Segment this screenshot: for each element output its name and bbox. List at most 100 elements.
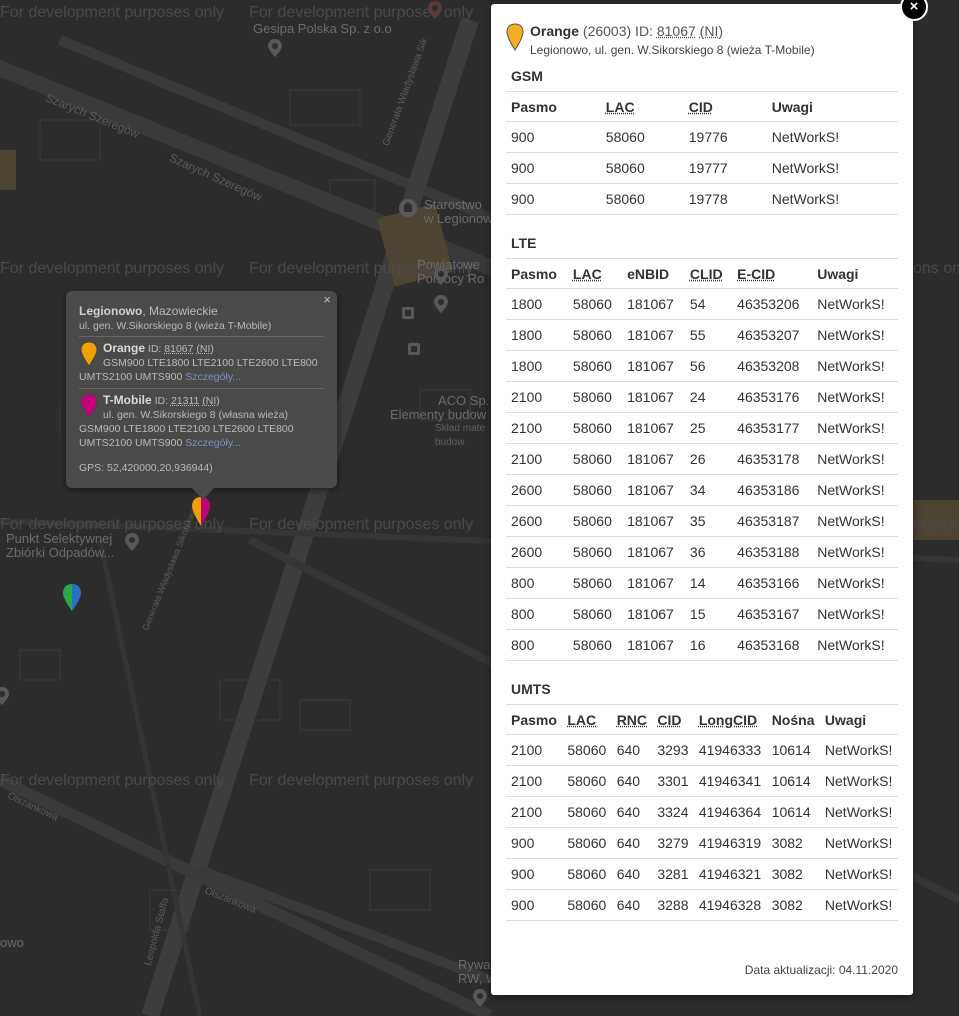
gsm-table: Pasmo LAC CID Uwagi 900 58060 19776 NetWorkS! 90…	[506, 91, 898, 215]
bubble-operator-id[interactable]: 81067	[164, 343, 193, 355]
table-cell: 900	[506, 121, 601, 153]
table-cell: 2600	[506, 536, 568, 568]
bubble-gps: GPS: 52,420000,20,936944)	[79, 462, 213, 474]
bubble-operator-address: ul. gen. W.Sikorskiego 8 (własna wieża)	[103, 409, 288, 421]
bubble-operator-tmobile: T-Mobile ID: 21311 (NI) ul. gen. W.Sikor…	[79, 393, 324, 450]
table-cell: 181067	[622, 598, 685, 630]
table-cell: 2600	[506, 505, 568, 537]
table-row: 900 58060 19778 NetWorkS!	[506, 183, 898, 215]
table-cell: NetWorkS!	[819, 796, 898, 828]
table-cell: 900	[506, 183, 601, 215]
table-cell: 10614	[766, 796, 820, 828]
panel-address: Legionowo, ul. gen. W.Sikorskiego 8 (wie…	[530, 43, 815, 57]
table-cell: 58060	[562, 734, 612, 766]
table-cell: 56	[684, 350, 733, 382]
table-cell: 2100	[506, 443, 568, 475]
column-header: CLID	[684, 258, 733, 289]
table-cell: NetWorkS!	[812, 288, 898, 320]
table-cell: 640	[611, 734, 653, 766]
bubble-city: Legionowo	[79, 304, 143, 318]
column-header: LAC	[600, 91, 684, 122]
bubble-operator-flag[interactable]: (NI)	[196, 343, 214, 355]
panel-operator-id[interactable]: 81067	[657, 23, 696, 39]
table-header-row: Pasmo LAC eNBID CLID E-CID Uwagi	[506, 258, 898, 289]
table-cell: 181067	[622, 412, 685, 444]
table-cell: 58060	[567, 629, 623, 661]
panel-net-code: (26003) ID:	[579, 23, 657, 39]
table-cell: 900	[506, 858, 563, 890]
poi-pin-icon[interactable]	[265, 38, 285, 58]
column-header: LongCID	[693, 704, 767, 735]
table-cell: 58060	[562, 858, 612, 890]
poi-pin-icon[interactable]	[0, 686, 12, 706]
table-cell: 181067	[622, 381, 685, 413]
lte-section-title: LTE	[511, 235, 537, 251]
tower-marker-icon[interactable]	[191, 496, 211, 528]
poi-pin-icon[interactable]	[425, 0, 445, 20]
table-cell: 3279	[652, 827, 694, 859]
table-cell: 19777	[683, 152, 767, 184]
table-cell: NetWorkS!	[766, 183, 898, 215]
table-row: 800 58060 181067 16 46353168 NetWorkS!	[506, 629, 898, 661]
poi-pin-icon[interactable]	[470, 988, 490, 1008]
tower-details-panel: Orange (26003) ID: 81067 (NI) Legionowo,…	[491, 4, 913, 995]
bubble-bands: GSM900 LTE1800 LTE2100 LTE2600 LTE800	[79, 423, 294, 435]
column-header: Pasmo	[506, 258, 568, 289]
government-building-icon[interactable]	[398, 198, 418, 218]
table-cell: 58060	[567, 319, 623, 351]
panel-header: Orange (26003) ID: 81067 (NI) Legionowo,…	[506, 22, 898, 58]
table-cell: 46353187	[732, 505, 813, 537]
shop-icon[interactable]	[404, 339, 424, 359]
column-header: Pasmo	[506, 704, 563, 735]
table-cell: 1800	[506, 319, 568, 351]
orange-pin-icon	[80, 341, 98, 367]
table-cell: 2100	[506, 412, 568, 444]
bubble-bands: UMTS2100 UMTS900	[79, 371, 186, 383]
place-label: Elementy budow	[390, 407, 487, 422]
shop-icon[interactable]	[398, 303, 418, 323]
table-cell: NetWorkS!	[812, 598, 898, 630]
table-row: 2100 58060 640 3293 41946333 10614 NetWorkS!	[506, 734, 898, 766]
table-cell: 181067	[622, 319, 685, 351]
tower-marker-icon[interactable]	[62, 583, 82, 613]
poi-pin-icon[interactable]	[122, 532, 142, 552]
table-cell: 58060	[567, 598, 623, 630]
bubble-details-link[interactable]: Szczegóły...	[185, 437, 241, 449]
bubble-details-link[interactable]: Szczegóły...	[185, 371, 241, 383]
table-row: 800 58060 181067 14 46353166 NetWorkS!	[506, 567, 898, 599]
column-header: E-CID	[732, 258, 813, 289]
table-cell: NetWorkS!	[812, 381, 898, 413]
watermark: For development purposes only	[249, 772, 474, 789]
orange-pin-icon	[506, 23, 524, 51]
table-row: 900 58060 640 3281 41946321 3082 NetWorkS!	[506, 858, 898, 890]
bubble-operator-name: T-Mobile	[103, 393, 152, 407]
panel-title: Orange (26003) ID: 81067 (NI)	[530, 22, 898, 40]
table-cell: NetWorkS!	[766, 152, 898, 184]
table-cell: 181067	[622, 350, 685, 382]
panel-operator-flag[interactable]: (NI)	[700, 23, 723, 39]
table-cell: 181067	[622, 505, 685, 537]
bubble-operator-flag[interactable]: (NI)	[202, 395, 220, 407]
table-cell: 2100	[506, 796, 563, 828]
bubble-bands: GSM900 LTE1800 LTE2100 LTE2600 LTE800	[103, 357, 318, 369]
table-cell: 3324	[652, 796, 694, 828]
table-cell: NetWorkS!	[812, 350, 898, 382]
poi-pin-icon[interactable]	[431, 266, 451, 286]
table-cell: 19776	[683, 121, 767, 153]
poi-pin-icon[interactable]	[431, 294, 451, 314]
table-cell: 181067	[622, 288, 685, 320]
table-cell: 58060	[562, 765, 612, 797]
table-cell: 46353188	[732, 536, 813, 568]
bubble-close-icon[interactable]: ×	[323, 292, 331, 307]
table-cell: 3293	[652, 734, 694, 766]
table-row: 900 58060 19776 NetWorkS!	[506, 121, 898, 153]
table-cell: 58060	[567, 288, 623, 320]
table-cell: 58060	[567, 381, 623, 413]
table-cell: 41946328	[693, 889, 767, 921]
tmobile-pin-icon	[80, 393, 98, 419]
bubble-operator-id[interactable]: 21311	[171, 395, 199, 407]
table-cell: 46353206	[732, 288, 813, 320]
table-cell: 58060	[562, 796, 612, 828]
column-header: CID	[683, 91, 767, 122]
table-row: 1800 58060 181067 55 46353207 NetWorkS!	[506, 319, 898, 351]
